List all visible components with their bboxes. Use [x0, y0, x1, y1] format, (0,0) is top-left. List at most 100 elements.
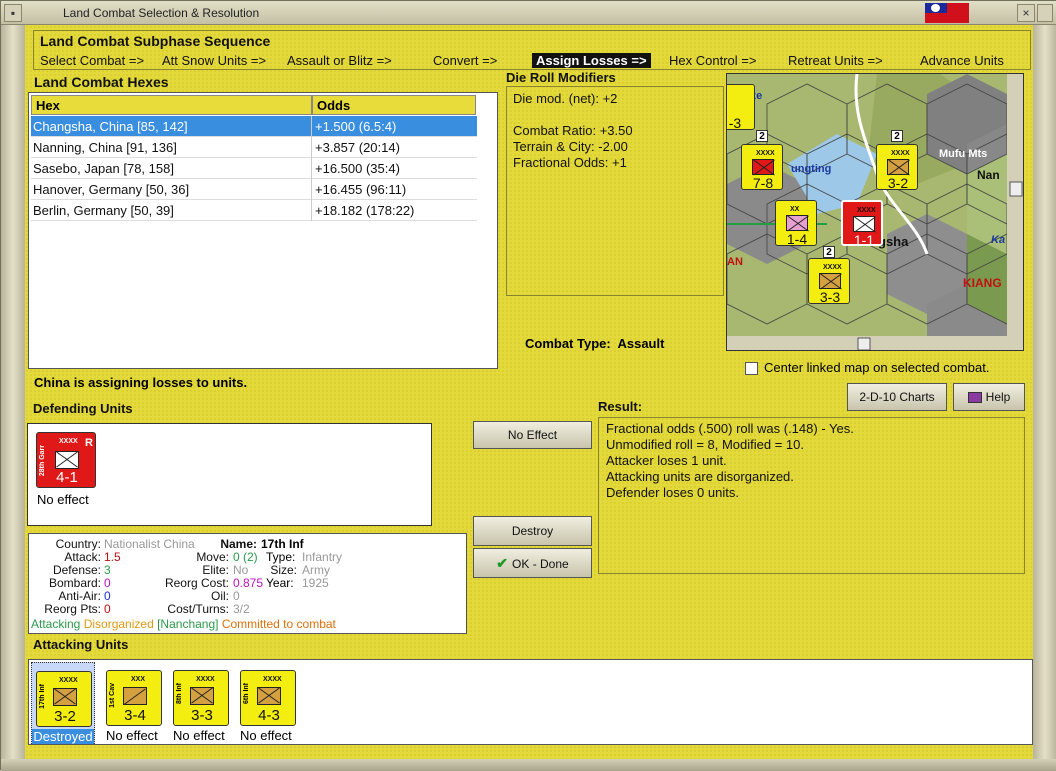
map-counter[interactable]: XXXX 7-8: [741, 144, 783, 191]
step-assign-losses: Assign Losses =>: [532, 53, 651, 68]
left-border: [1, 25, 25, 771]
status-attacking: Attacking: [31, 617, 81, 631]
map-counter[interactable]: -3: [727, 84, 755, 131]
step-advance-units: Advance Units: [920, 53, 1004, 68]
result-line: Fractional odds (.500) roll was (.148) -…: [606, 421, 854, 436]
column-header-odds[interactable]: Odds: [312, 95, 476, 115]
step-retreat-units: Retreat Units =>: [788, 53, 883, 68]
help-button-label: Help: [985, 390, 1011, 404]
year-value: 1925: [302, 576, 329, 590]
stack-badge: 2: [756, 130, 768, 142]
result-line: Unmodified roll = 8, Modified = 10.: [606, 437, 804, 452]
ok-done-label: OK - Done: [512, 557, 569, 571]
move-value: 0 (2): [233, 550, 258, 564]
combat-type-label: Combat Type:: [525, 336, 611, 351]
size-value: Army: [302, 563, 330, 577]
bombard-label: Bombard:: [48, 576, 101, 590]
attacking-unit-counter[interactable]: XXXX 8th Inf 3-3: [173, 670, 229, 726]
map-label-ka: Ka: [991, 234, 1006, 246]
step-assault-or-blitz: Assault or Blitz =>: [287, 53, 392, 68]
map-label-an: AN: [727, 256, 743, 268]
reorgcost-label: Reorg Cost:: [164, 576, 229, 590]
combat-hex-list[interactable]: Hex Odds Changsha, China [85, 142] +1.500…: [28, 92, 498, 369]
center-map-checkbox[interactable]: [745, 362, 758, 375]
status-disorganized: Disorganized: [83, 617, 154, 631]
attacking-unit-status: Destroyed: [32, 729, 94, 744]
hexes-header: Land Combat Hexes: [34, 74, 169, 90]
hex-name: Changsha, China [85, 142]: [33, 119, 188, 134]
main-panel: Land Combat Subphase Sequence Select Com…: [25, 25, 1033, 759]
cavalry-symbol-icon: [123, 687, 147, 705]
center-map-label: Center linked map on selected combat.: [764, 360, 990, 375]
hex-row[interactable]: Berlin, Germany [50, 39] +18.182 (178:22): [31, 200, 477, 221]
fractional-odds: Fractional Odds: +1: [513, 155, 627, 170]
hex-row[interactable]: Changsha, China [85, 142] +1.500 (6.5:4): [31, 116, 477, 137]
oil-value: 0: [233, 589, 240, 603]
hex-row[interactable]: Sasebo, Japan [78, 158] +16.500 (35:4): [31, 158, 477, 179]
map-counter-changsha-garrison[interactable]: XXXX 1-1: [841, 200, 883, 248]
charts-button[interactable]: 2-D-10 Charts: [847, 383, 947, 411]
hex-odds: +16.500 (35:4): [315, 161, 400, 176]
attacking-unit-counter[interactable]: XXX 1st Cav 3-4: [106, 670, 162, 726]
combat-ratio: Combat Ratio: +3.50: [513, 123, 633, 138]
size-label: Size:: [270, 563, 297, 577]
hex-name: Sasebo, Japan [78, 158]: [33, 161, 174, 176]
die-roll-header: Die Roll Modifiers: [506, 70, 616, 85]
system-menu-icon[interactable]: ▪: [4, 4, 22, 22]
no-effect-button[interactable]: No Effect: [473, 421, 592, 449]
map-counter[interactable]: XXXX 3-2: [876, 144, 918, 191]
hex-name: Hanover, Germany [50, 36]: [33, 182, 190, 197]
close-icon[interactable]: ×: [1017, 4, 1035, 22]
hex-row[interactable]: Hanover, Germany [50, 36] +16.455 (96:11): [31, 179, 477, 200]
map-label-nan: Nan: [977, 168, 1000, 182]
hex-odds: +3.857 (20:14): [315, 140, 400, 155]
window-frame: ▪ Land Combat Selection & Resolution × L…: [0, 0, 1056, 771]
status-nanchang: [Nanchang]: [157, 617, 219, 631]
country-value: Nationalist China: [104, 537, 195, 551]
map-label-tungting: ungting: [791, 163, 832, 175]
defending-header: Defending Units: [33, 401, 133, 416]
antiair-value: 0: [104, 589, 111, 603]
die-mod-net: Die mod. (net): +2: [513, 91, 618, 106]
status-message: China is assigning losses to units.: [34, 375, 248, 390]
help-button[interactable]: Help: [953, 383, 1025, 411]
attacking-unit-counter[interactable]: XXXX 6th Inf 4-3: [240, 670, 296, 726]
map-counter[interactable]: XXXX 3-3: [808, 258, 850, 305]
column-header-hex[interactable]: Hex: [31, 95, 312, 115]
attacking-units-panel: XXXX 17th Inf 3-2 Destroyed XXX 1st Cav …: [28, 659, 1033, 745]
hex-odds: +1.500 (6.5:4): [315, 119, 397, 134]
oil-label: Oil:: [211, 589, 229, 603]
window-title: Land Combat Selection & Resolution: [63, 6, 260, 20]
costturns-label: Cost/Turns:: [167, 602, 229, 616]
attacking-unit-counter[interactable]: XXXX 17th Inf 3-2: [36, 671, 92, 727]
destroy-button[interactable]: Destroy: [473, 516, 592, 546]
checkmark-icon: ✔: [496, 555, 509, 571]
nationalist-china-flag-icon: [925, 3, 969, 23]
result-line: Attacker loses 1 unit.: [606, 453, 727, 468]
map-label-kiang: KIANG: [963, 276, 1002, 290]
name-value: 17th Inf: [261, 537, 304, 551]
attacking-unit-slot-selected[interactable]: XXXX 17th Inf 3-2 Destroyed: [31, 662, 95, 744]
hex-name: Nanning, China [91, 136]: [33, 140, 177, 155]
ok-done-button[interactable]: ✔ OK - Done: [473, 548, 592, 578]
attack-label: Attack:: [64, 550, 101, 564]
title-bar: ▪ Land Combat Selection & Resolution ×: [1, 1, 1056, 25]
bombard-value: 0: [104, 576, 111, 590]
subphase-header: Land Combat Subphase Sequence: [40, 33, 271, 49]
name-label: Name:: [220, 537, 257, 551]
hex-row[interactable]: Nanning, China [91, 136] +3.857 (20:14): [31, 137, 477, 158]
elite-value: No: [233, 563, 249, 577]
attacking-unit-status: No effect: [240, 728, 292, 743]
stack-badge: 2: [823, 246, 835, 258]
year-label: Year:: [266, 576, 294, 590]
linked-map[interactable]: tze ungting Mufu Mts Nan gsha Ka KIANG A…: [726, 73, 1024, 351]
defending-unit-counter[interactable]: XXXX R 28th Garr 4-1: [36, 432, 96, 488]
map-counter[interactable]: XX 1-4: [775, 200, 817, 247]
die-roll-panel: Die mod. (net): +2 Combat Ratio: +3.50 T…: [506, 86, 724, 296]
costturns-value: 3/2: [233, 602, 250, 616]
bottom-border: [1, 759, 1056, 771]
help-book-icon: [967, 392, 982, 404]
type-value: Infantry: [302, 550, 343, 564]
map-label-mufu: Mufu Mts: [939, 148, 988, 160]
window-edge-icon: [1037, 4, 1053, 22]
